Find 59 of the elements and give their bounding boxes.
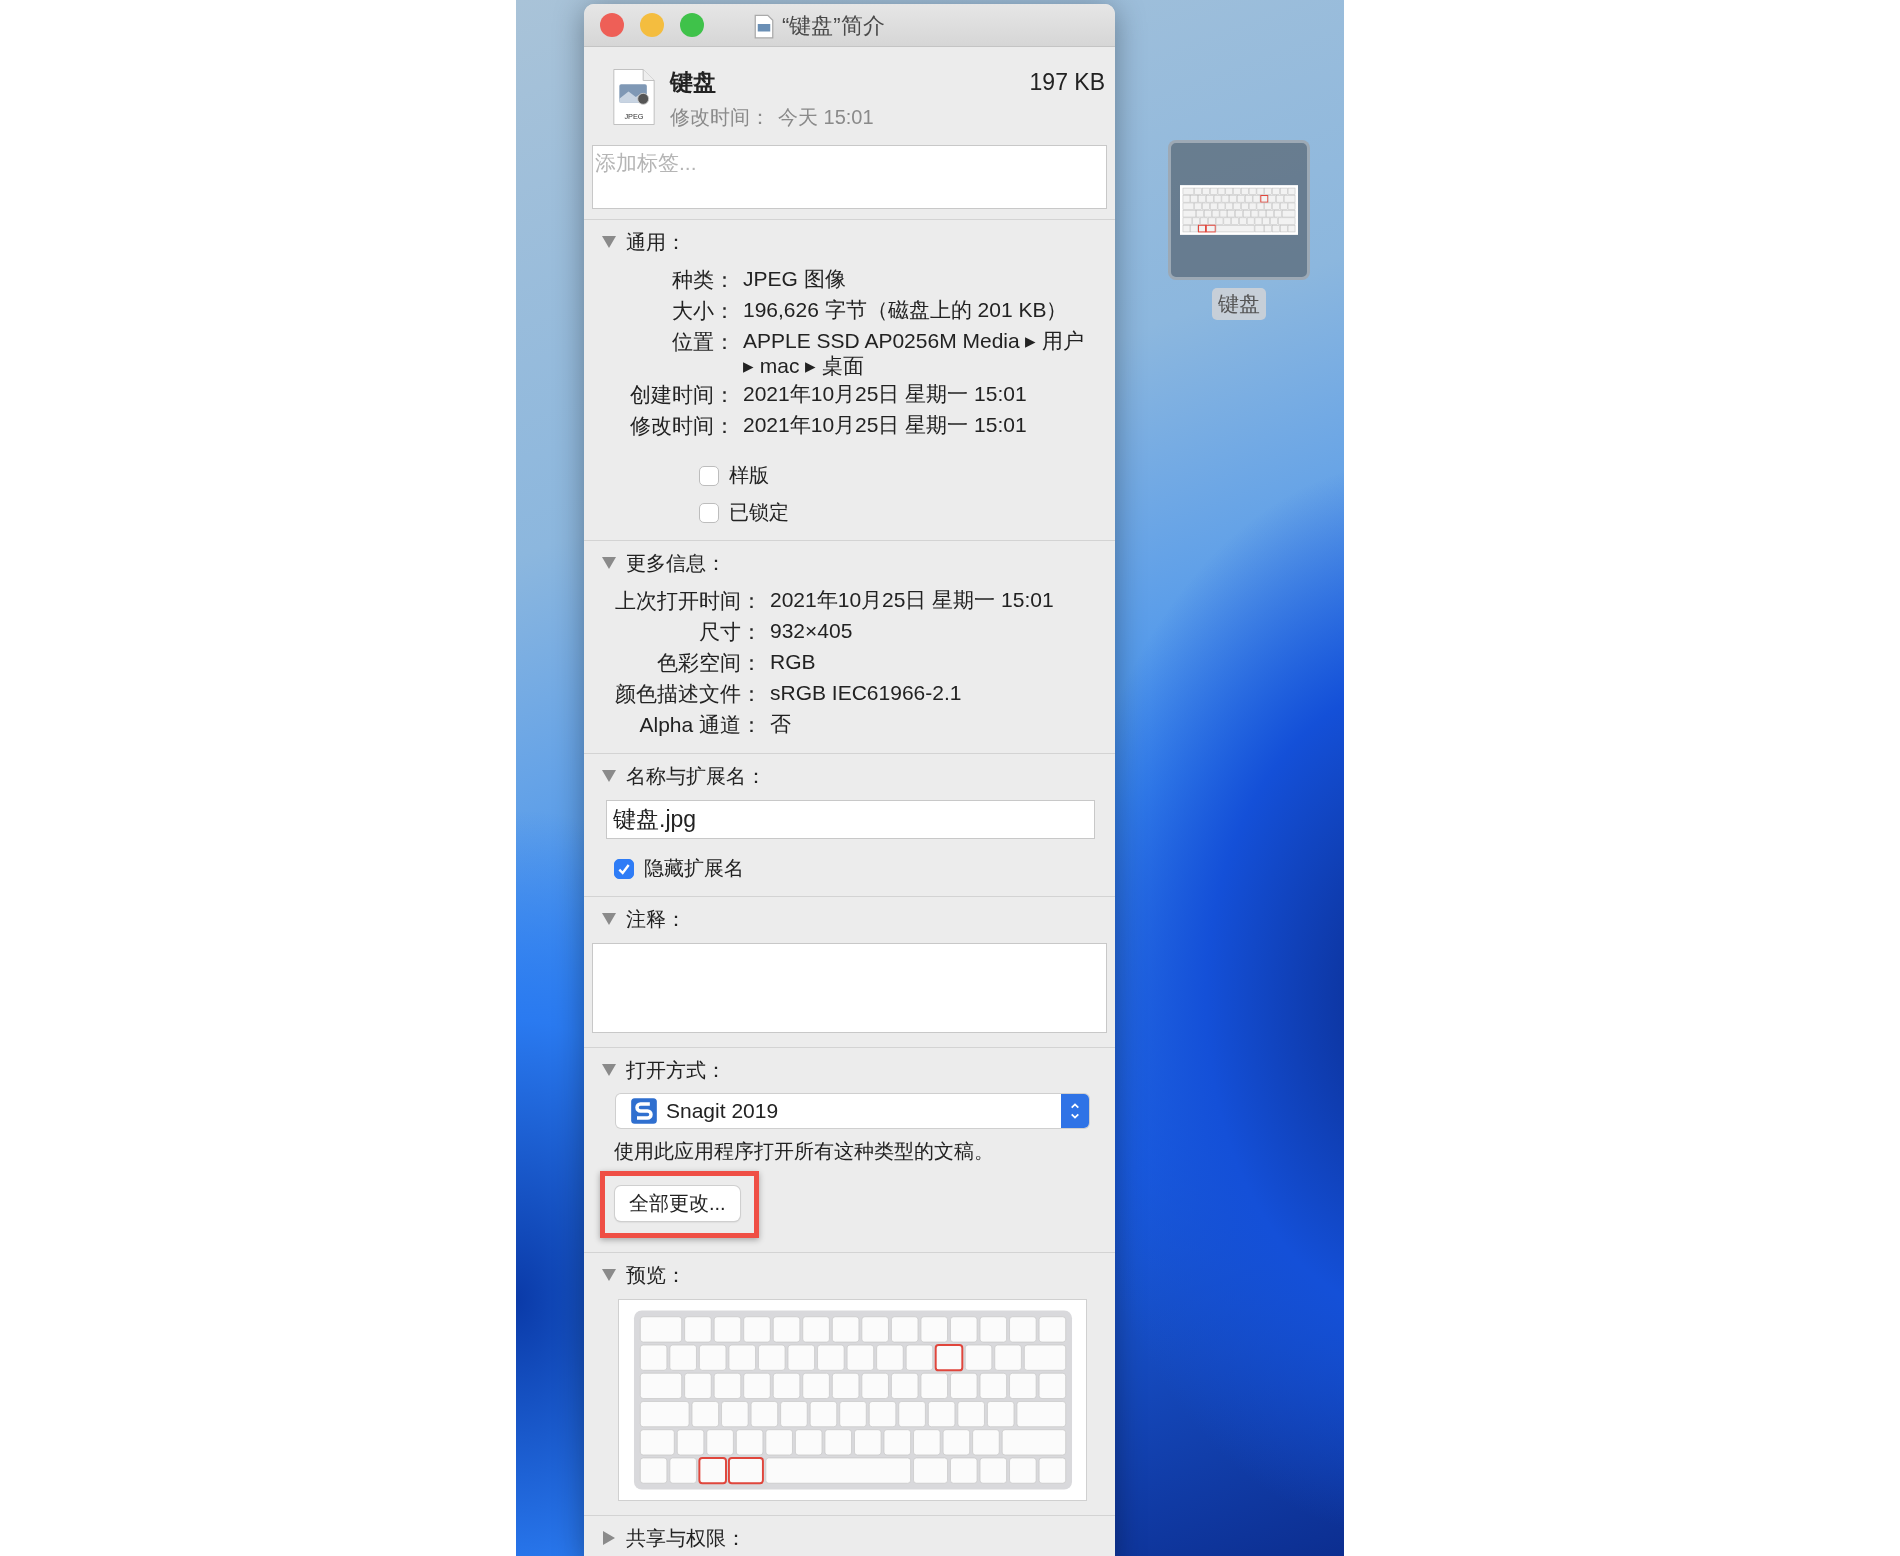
zoom-button[interactable] bbox=[680, 13, 704, 37]
checkbox[interactable] bbox=[699, 465, 719, 486]
disclosure-triangle-icon[interactable] bbox=[602, 1064, 616, 1076]
close-button[interactable] bbox=[600, 13, 624, 37]
info-value: 2021年10月25日 星期一 15:01 bbox=[742, 381, 1028, 407]
tags-field[interactable]: 添加标签... bbox=[592, 145, 1107, 209]
info-value: 2021年10月25日 星期一 15:01 bbox=[742, 412, 1028, 438]
section-title: 共享与权限： bbox=[626, 1525, 746, 1551]
document-icon bbox=[754, 13, 774, 39]
disclosure-triangle-icon[interactable] bbox=[603, 1531, 615, 1545]
checkbox[interactable] bbox=[699, 502, 719, 523]
file-name: 键盘 bbox=[670, 68, 716, 97]
info-value: 932×405 bbox=[769, 618, 854, 644]
disclosure-triangle-icon[interactable] bbox=[602, 1269, 616, 1281]
info-label: 种类： bbox=[671, 267, 735, 293]
window-title: “键盘”简介 bbox=[782, 12, 885, 40]
comments-field[interactable] bbox=[592, 943, 1107, 1033]
app-icon bbox=[630, 1097, 658, 1125]
info-label: 上次打开时间： bbox=[614, 588, 762, 614]
disclosure-triangle-icon[interactable] bbox=[602, 770, 616, 782]
checkbox-label: 已锁定 bbox=[729, 500, 789, 525]
section-title: 通用： bbox=[626, 229, 686, 255]
disclosure-triangle-icon[interactable] bbox=[602, 236, 616, 248]
checkbox[interactable] bbox=[614, 858, 634, 879]
info-label: 修改时间： bbox=[629, 413, 735, 439]
checkbox-label: 隐藏扩展名 bbox=[644, 856, 744, 881]
section-title: 注释： bbox=[626, 906, 686, 932]
info-value: APPLE SSD AP0256M Media ▸ 用户 ▸ mac ▸ 桌面 bbox=[742, 328, 1086, 378]
name-field[interactable]: 键盘.jpg bbox=[606, 800, 1095, 839]
disclosure-triangle-icon[interactable] bbox=[602, 913, 616, 925]
app-select[interactable]: Snagit 2019 bbox=[616, 1094, 1089, 1128]
hint-text: 使用此应用程序打开所有这种类型的文稿。 bbox=[613, 1139, 995, 1164]
modified-label: 修改时间： bbox=[670, 105, 770, 130]
info-value: 否 bbox=[769, 711, 792, 737]
info-label: 色彩空间： bbox=[656, 650, 762, 676]
desktop-file-icon[interactable] bbox=[1168, 140, 1310, 280]
info-label: 位置： bbox=[671, 329, 735, 355]
info-label: 创建时间： bbox=[629, 382, 735, 408]
section-title: 打开方式： bbox=[626, 1057, 726, 1083]
info-value: 196,626 字节（磁盘上的 201 KB） bbox=[742, 297, 1069, 323]
modified-value: 今天 15:01 bbox=[778, 105, 874, 130]
stepper-icon bbox=[1061, 1094, 1089, 1128]
checkbox-label: 样版 bbox=[729, 463, 769, 488]
section-title: 更多信息： bbox=[626, 550, 726, 576]
change-all-button[interactable]: 全部更改... bbox=[615, 1186, 740, 1221]
disclosure-triangle-icon[interactable] bbox=[602, 557, 616, 569]
file-size: 197 KB bbox=[1029, 69, 1105, 96]
info-label: 大小： bbox=[671, 298, 735, 324]
section-title: 名称与扩展名： bbox=[626, 763, 766, 789]
info-value: 2021年10月25日 星期一 15:01 bbox=[769, 587, 1055, 613]
info-label: Alpha 通道： bbox=[638, 712, 762, 738]
jpeg-file-icon: JPEG bbox=[612, 67, 656, 127]
section-title: 预览： bbox=[626, 1262, 686, 1288]
info-label: 颜色描述文件： bbox=[614, 681, 762, 707]
info-value: sRGB IEC61966-2.1 bbox=[769, 680, 963, 706]
info-value: JPEG 图像 bbox=[742, 266, 847, 292]
info-label: 尺寸： bbox=[698, 619, 762, 645]
info-value: RGB bbox=[769, 649, 817, 675]
desktop-file-label[interactable]: 键盘 bbox=[1212, 288, 1266, 320]
